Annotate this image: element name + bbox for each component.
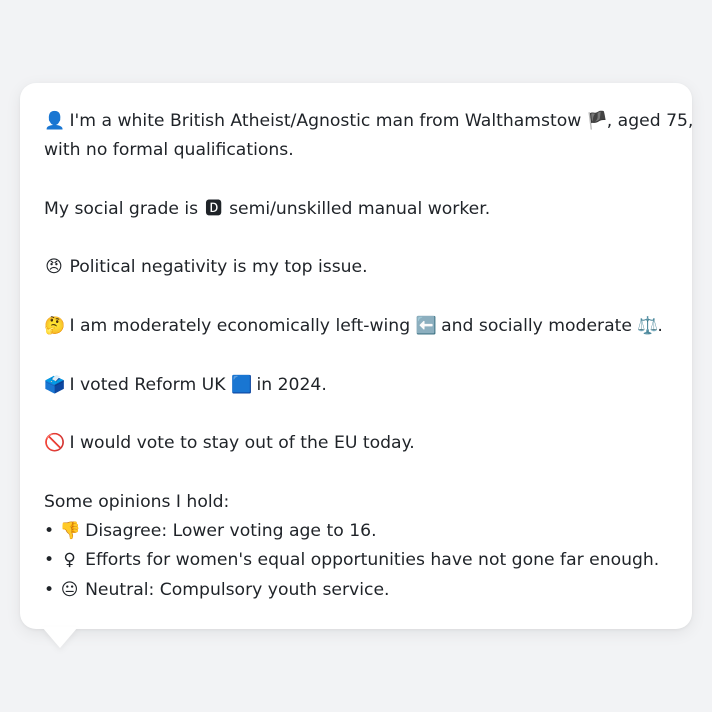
thinking-face-icon: 🤔 — [44, 316, 66, 337]
profile-bubble: 👤 I'm a white British Atheist/Agnostic m… — [20, 83, 693, 629]
female-sign-icon: ♀ — [63, 550, 76, 571]
grade-d-icon: 🅳 — [205, 198, 223, 219]
opinion-item: • 👎 Disagree: Lower voting age to 16. — [44, 517, 668, 546]
opinion-text: Disagree: Lower voting age to 16. — [85, 521, 377, 542]
neutral-face-icon: 😐 — [60, 579, 79, 600]
opinion-item: • 😐 Neutral: Compulsory youth service. — [44, 576, 668, 605]
social-grade-line: My social grade is 🅳 semi/unskilled manu… — [44, 195, 668, 224]
social-grade-value: semi/unskilled manual worker. — [229, 198, 491, 219]
speech-bubble-tail — [42, 627, 78, 648]
qualification-text: with no formal qualifications. — [44, 140, 294, 161]
bullet: • — [44, 521, 55, 542]
vote-year-text: in 2024. — [256, 374, 327, 395]
person-icon: 👤 — [44, 111, 66, 131]
economic-position-text: I am moderately economically left-wing — [69, 316, 411, 337]
bullet: • — [44, 579, 55, 600]
left-arrow-icon: ⬅️ — [415, 316, 437, 337]
eu-line: 🚫 I would vote to stay out of the EU tod… — [44, 429, 668, 458]
political-position-line: 🤔 I am moderately economically left-wing… — [44, 312, 668, 341]
angry-face-icon: 😠 — [45, 257, 63, 278]
bullet: • — [44, 550, 55, 571]
vote-text: I voted Reform UK — [69, 374, 226, 395]
scales-icon: ⚖️ — [637, 316, 659, 337]
eu-text: I would vote to stay out of the EU today… — [69, 433, 415, 454]
intro-age-text: , aged 75, — [606, 111, 694, 131]
top-issue-line: 😠 Political negativity is my top issue. — [44, 253, 668, 282]
intro-line: 👤 I'm a white British Atheist/Agnostic m… — [44, 107, 693, 136]
blue-square-icon: 🟦 — [230, 374, 253, 395]
opinion-text: Efforts for women's equal opportunities … — [85, 550, 660, 571]
social-grade-label: My social grade is — [44, 198, 199, 219]
intro-text: I'm a white British Atheist/Agnostic man… — [69, 111, 582, 131]
ballot-box-icon: 🗳️ — [44, 374, 66, 395]
opinion-text: Neutral: Compulsory youth service. — [85, 579, 390, 600]
thumbs-down-icon: 👎 — [59, 521, 81, 542]
opinion-item: • ♀ Efforts for women's equal opportunit… — [44, 546, 668, 575]
vote-line: 🗳️ I voted Reform UK 🟦 in 2024. — [44, 371, 668, 400]
top-issue-text: Political negativity is my top issue. — [69, 257, 368, 278]
social-position-text: and socially moderate — [441, 316, 632, 337]
qualification-line: with no formal qualifications. — [44, 136, 668, 165]
position-period: . — [657, 316, 663, 337]
england-flag-icon: 🏴 — [586, 111, 608, 131]
opinions-heading: Some opinions I hold: — [44, 491, 230, 512]
prohibited-icon: 🚫 — [44, 433, 66, 454]
